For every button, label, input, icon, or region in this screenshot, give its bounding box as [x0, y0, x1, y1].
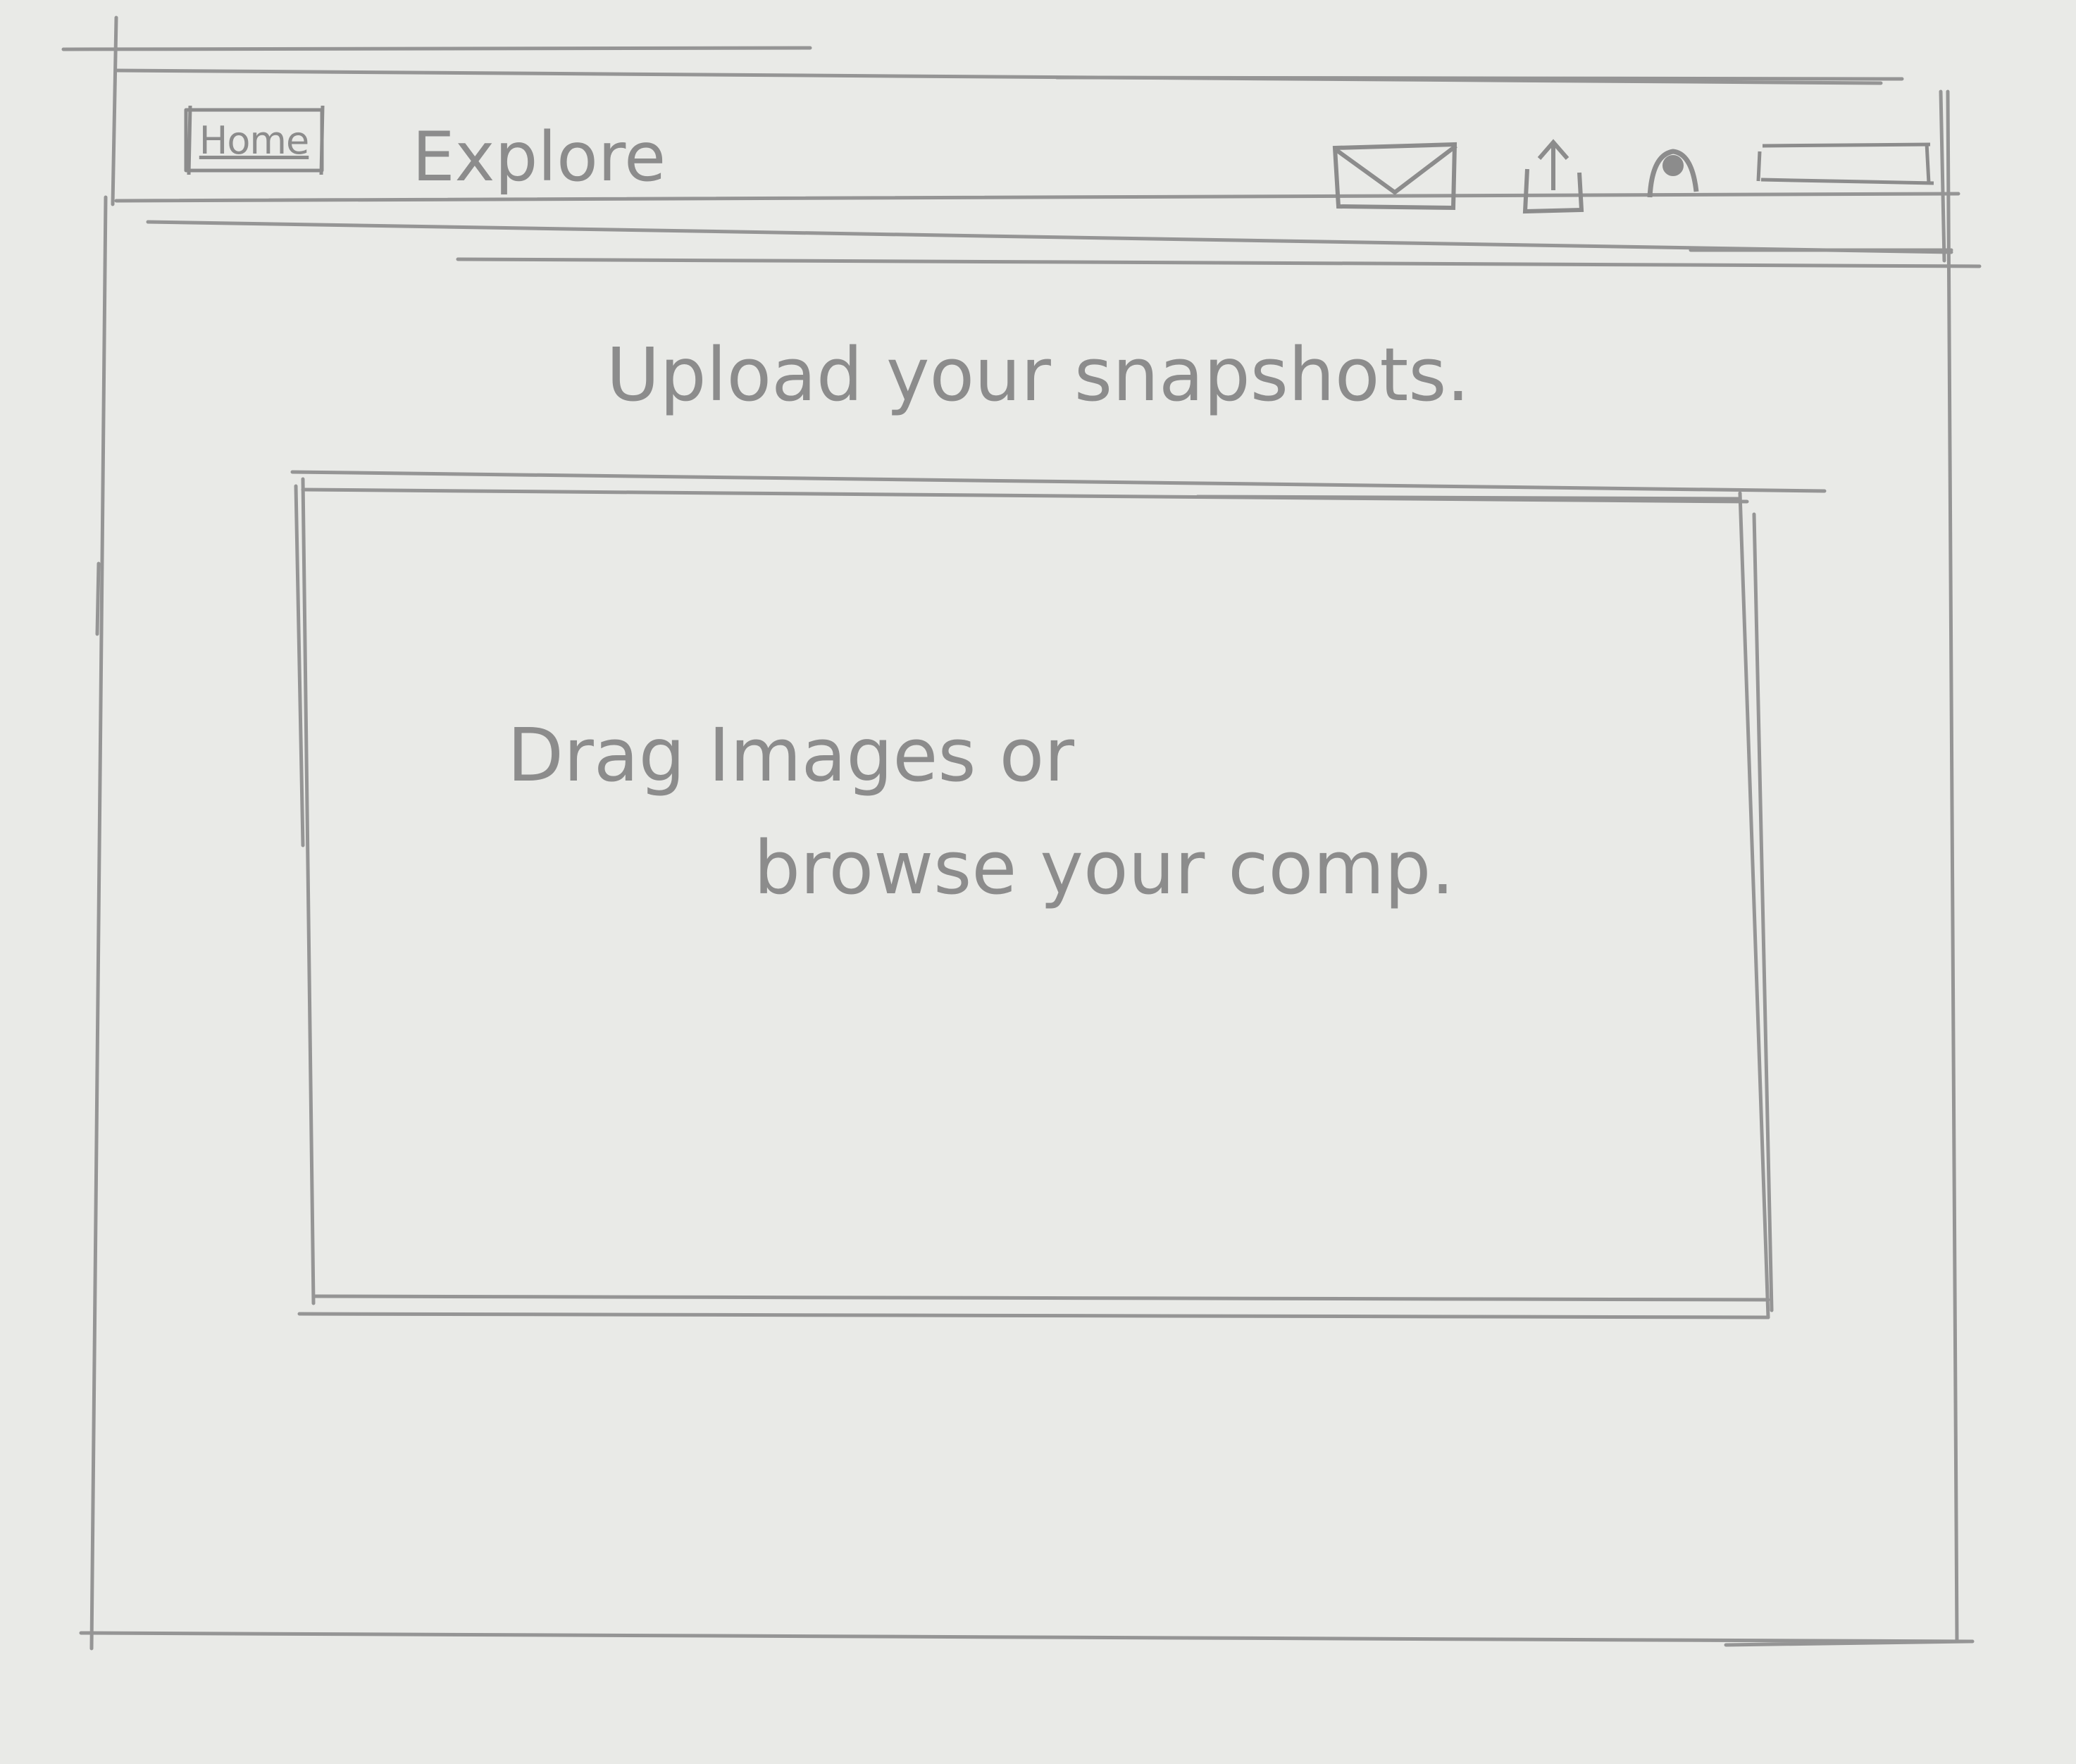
dropzone-instruction-line1: Drag Images or	[507, 712, 1074, 798]
upload-button[interactable]	[1515, 134, 1592, 218]
envelope-icon	[1332, 142, 1457, 211]
upload-icon	[1522, 139, 1584, 214]
user-icon	[1647, 149, 1699, 198]
page-title: Upload your snapshots.	[606, 332, 1470, 418]
user-button[interactable]	[1641, 141, 1705, 204]
dropzone-instruction-line2: browse your comp.	[754, 825, 1455, 911]
mail-button[interactable]	[1328, 137, 1465, 215]
search-input[interactable]	[1754, 137, 1934, 187]
nav-home-button[interactable]: Home	[182, 106, 326, 175]
nav-home-label: Home	[199, 118, 309, 163]
search-field-border	[1756, 142, 1934, 185]
nav-explore-link[interactable]: Explore	[412, 123, 666, 191]
